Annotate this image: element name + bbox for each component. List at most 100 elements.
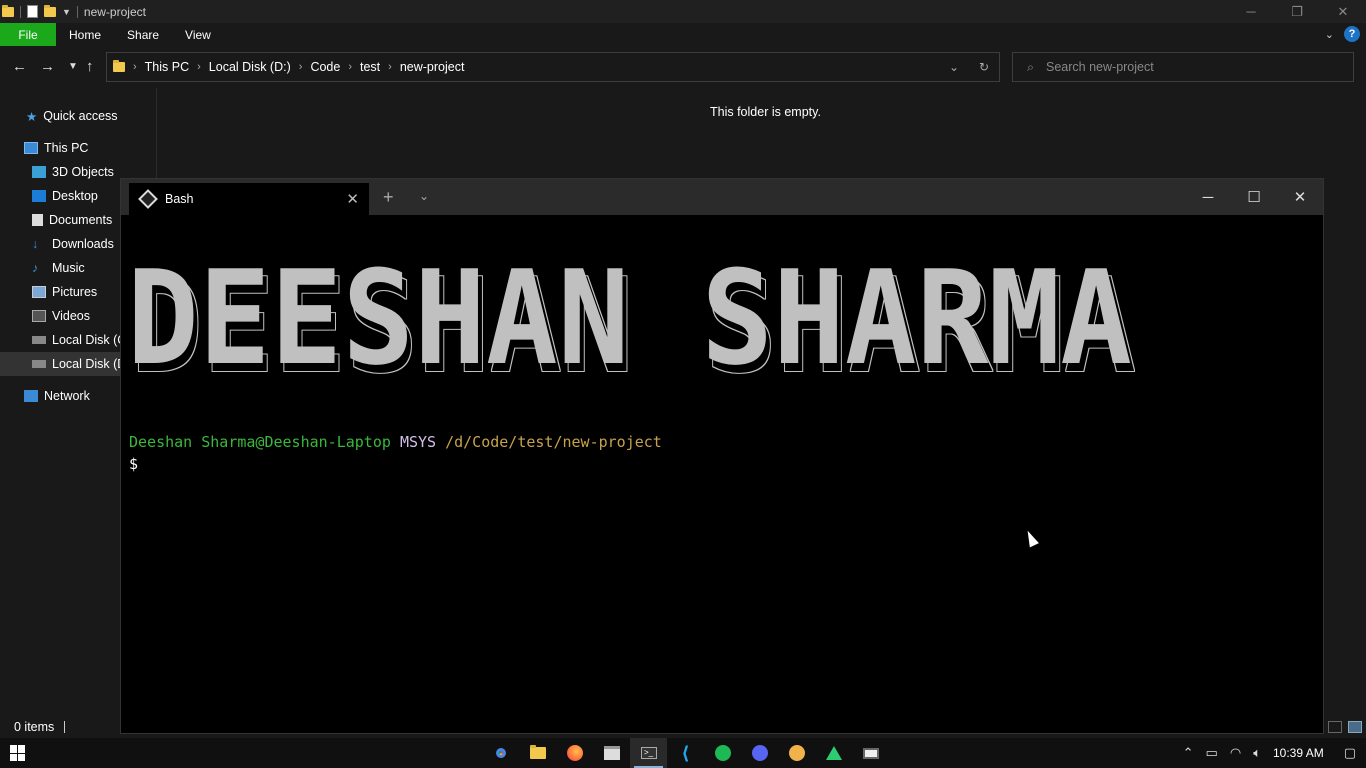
cube-icon xyxy=(32,166,46,178)
nav-item-this-pc[interactable]: This PC xyxy=(0,136,156,160)
taskbar-apps: >_ ⟨ xyxy=(482,738,889,768)
network-icon xyxy=(24,390,38,402)
up-arrow-icon[interactable]: ↑ xyxy=(86,58,94,75)
notification-icon[interactable]: ▢ xyxy=(1344,745,1356,761)
volume-icon[interactable]: 🔈︎ xyxy=(1253,745,1261,761)
tab-bash[interactable]: Bash ✕ xyxy=(129,183,369,215)
chevron-right-icon[interactable]: › xyxy=(348,61,352,73)
home-app-icon[interactable] xyxy=(815,738,852,768)
terminal-window: Bash ✕ + ⌄ ─ ☐ ✕ DEESHAN SHARMA Deeshan … xyxy=(120,178,1324,734)
picture-icon xyxy=(32,286,46,298)
recent-locations-icon[interactable]: ▼ xyxy=(68,61,78,72)
forward-arrow-icon[interactable]: → xyxy=(40,58,55,75)
item-count: 0 items xyxy=(14,720,55,734)
vscode-icon[interactable]: ⟨ xyxy=(667,738,704,768)
tab-share[interactable]: Share xyxy=(114,23,172,46)
close-tab-icon[interactable]: ✕ xyxy=(346,190,359,208)
banner-text: DEESHAN SHARMA xyxy=(127,263,1132,383)
clock-app-icon[interactable] xyxy=(778,738,815,768)
drive-icon xyxy=(32,360,46,368)
terminal-icon[interactable]: >_ xyxy=(630,738,667,768)
film-icon xyxy=(32,310,46,322)
properties-icon[interactable] xyxy=(27,5,38,18)
search-input[interactable]: ⌕ Search new-project xyxy=(1012,52,1354,82)
prompt-user: Deeshan Sharma@Deeshan-Laptop xyxy=(129,433,391,451)
ribbon: File Home Share View ⌄ ? xyxy=(0,23,1366,46)
screen-icon[interactable] xyxy=(852,738,889,768)
system-tray: ⌃ ▭ ◠ 🔈︎ 10:39 AM ▢ xyxy=(1183,738,1366,768)
ascii-art-banner: DEESHAN SHARMA xyxy=(127,242,1147,394)
close-button[interactable]: ✕ xyxy=(1277,179,1323,215)
computer-icon xyxy=(24,142,38,154)
chevron-right-icon[interactable]: › xyxy=(388,61,392,73)
maximize-button[interactable]: ☐ xyxy=(1231,179,1277,215)
divider xyxy=(76,5,78,18)
customize-toolbar-icon[interactable]: ▼ xyxy=(62,7,71,17)
window-title: new-project xyxy=(83,4,146,19)
chevron-down-icon[interactable]: ⌄ xyxy=(939,60,969,74)
prompt-system: MSYS xyxy=(399,433,437,451)
terminal-tab-bar: Bash ✕ + ⌄ ─ ☐ ✕ xyxy=(121,179,1323,215)
chevron-right-icon[interactable]: › xyxy=(197,61,201,73)
wifi-icon[interactable]: ◠ xyxy=(1230,745,1241,761)
refresh-icon[interactable]: ↻ xyxy=(969,60,999,74)
nav-label: Quick access xyxy=(43,109,118,123)
nav-label: 3D Objects xyxy=(52,165,114,179)
spotify-icon[interactable] xyxy=(704,738,741,768)
minimize-button[interactable]: ─ xyxy=(1185,179,1231,215)
tab-home[interactable]: Home xyxy=(56,23,114,46)
windows-start-icon[interactable] xyxy=(10,745,26,761)
chevron-right-icon[interactable]: › xyxy=(299,61,303,73)
music-note-icon: ♪ xyxy=(32,261,39,275)
nav-label: Music xyxy=(52,261,85,275)
nav-label: Desktop xyxy=(52,189,98,203)
nav-label: Network xyxy=(44,389,90,403)
chevron-right-icon[interactable]: › xyxy=(133,61,137,73)
back-arrow-icon[interactable]: ← xyxy=(12,58,27,75)
breadcrumb-this-pc[interactable]: This PC xyxy=(145,60,189,74)
clock[interactable]: 10:39 AM xyxy=(1273,746,1324,760)
address-bar[interactable]: › This PC › Local Disk (D:) › Code › tes… xyxy=(106,52,1000,82)
nav-label: Local Disk (C xyxy=(52,333,127,347)
close-button[interactable]: ✕ xyxy=(1320,0,1366,23)
search-icon: ⌕ xyxy=(1027,59,1035,74)
file-explorer-icon[interactable] xyxy=(519,738,556,768)
restore-button[interactable]: ❐ xyxy=(1274,0,1320,23)
tab-file[interactable]: File xyxy=(0,23,56,46)
git-bash-icon xyxy=(138,189,158,209)
divider xyxy=(20,5,21,18)
large-icons-view-icon[interactable] xyxy=(1348,721,1362,733)
chrome-icon[interactable] xyxy=(482,738,519,768)
store-icon[interactable] xyxy=(593,738,630,768)
minimize-button[interactable]: ─ xyxy=(1228,0,1274,23)
battery-icon[interactable]: ▭ xyxy=(1206,745,1218,761)
prompt-symbol[interactable]: $ xyxy=(129,455,138,473)
breadcrumb-code[interactable]: Code xyxy=(310,60,340,74)
nav-label: This PC xyxy=(44,141,89,155)
explorer-window-controls: ─ ❐ ✕ xyxy=(1228,0,1366,23)
explorer-titlebar: ▼ new-project ─ ❐ ✕ xyxy=(0,0,1366,23)
details-view-icon[interactable] xyxy=(1328,721,1342,733)
breadcrumb-test[interactable]: test xyxy=(360,60,380,74)
discord-icon[interactable] xyxy=(741,738,778,768)
folder-icon xyxy=(2,4,14,17)
drive-icon xyxy=(32,336,46,344)
chevron-up-icon[interactable]: ⌃ xyxy=(1183,745,1194,761)
chevron-down-icon[interactable]: ⌄ xyxy=(419,189,429,203)
nav-label: Documents xyxy=(49,213,113,227)
breadcrumb-new-project[interactable]: new-project xyxy=(400,60,465,74)
nav-label: Pictures xyxy=(52,285,98,299)
taskbar: >_ ⟨ ⌃ ▭ ◠ 🔈︎ 10:39 AM ▢ xyxy=(0,738,1366,768)
view-toggle xyxy=(1328,716,1366,738)
tab-view[interactable]: View xyxy=(172,23,224,46)
help-icon[interactable]: ? xyxy=(1344,26,1360,42)
firefox-icon[interactable] xyxy=(556,738,593,768)
nav-item-quick-access[interactable]: ★ Quick access xyxy=(0,104,156,128)
nav-label: Videos xyxy=(52,309,90,323)
breadcrumb-local-disk[interactable]: Local Disk (D:) xyxy=(209,60,291,74)
new-tab-button[interactable]: + xyxy=(383,187,394,208)
new-folder-icon[interactable] xyxy=(44,4,56,17)
expand-ribbon-icon[interactable]: ⌄ xyxy=(1325,28,1334,41)
banner-graphic: DEESHAN SHARMA xyxy=(127,242,1132,394)
nav-label: Local Disk (D xyxy=(52,357,127,371)
